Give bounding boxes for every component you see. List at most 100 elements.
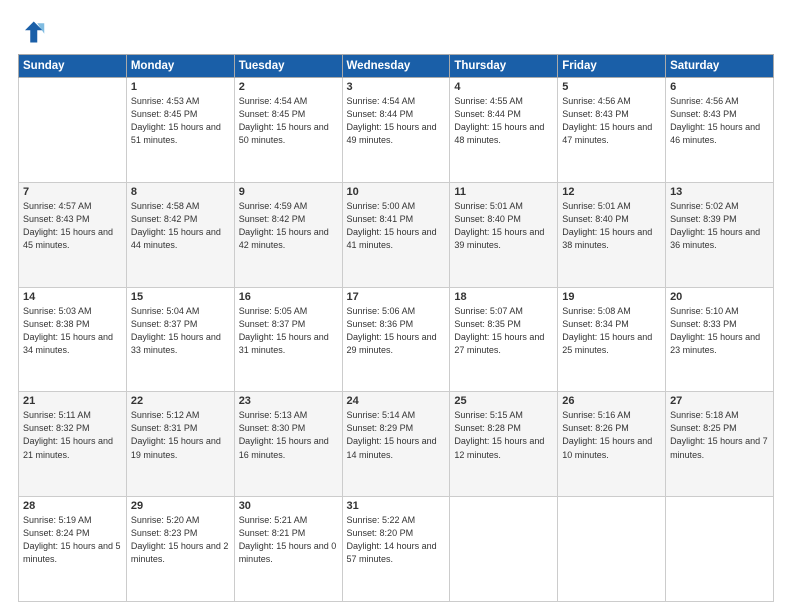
- calendar-cell: 6Sunrise: 4:56 AM Sunset: 8:43 PM Daylig…: [666, 78, 774, 183]
- calendar-cell: 15 Sunrise: 5:04 AM Sunset: 8:37 PM Dayli…: [126, 287, 234, 392]
- day-number: 10: [347, 186, 446, 198]
- day-number: 21: [23, 395, 122, 407]
- day-content: Sunrise: 5:15 AM Sunset: 8:28 PM Dayligh…: [454, 409, 553, 461]
- day-content: Sunrise: 5:11 AM Sunset: 8:32 PM Dayligh…: [23, 409, 122, 461]
- day-number: 29: [131, 500, 230, 512]
- day-content: Sunrise: 5:03 AM Sunset: 8:38 PM Dayligh…: [23, 305, 122, 357]
- day-content: Sunrise: 5:10 AM Sunset: 8:33 PM Dayligh…: [670, 305, 769, 357]
- day-content: Sunrise: 5:01 AM Sunset: 8:40 PM Dayligh…: [454, 200, 553, 252]
- calendar-cell: 19Sunrise: 5:08 AM Sunset: 8:34 PM Dayli…: [558, 287, 666, 392]
- header: [18, 18, 774, 46]
- day-number: 28: [23, 500, 122, 512]
- day-content: Sunrise: 4:54 AM Sunset: 8:44 PM Dayligh…: [347, 95, 446, 147]
- day-number: 8: [131, 186, 230, 198]
- day-content: Sunrise: 4:55 AM Sunset: 8:44 PM Dayligh…: [454, 95, 553, 147]
- day-content: Sunrise: 5:01 AM Sunset: 8:40 PM Dayligh…: [562, 200, 661, 252]
- calendar-cell: 25Sunrise: 5:15 AM Sunset: 8:28 PM Dayli…: [450, 392, 558, 497]
- calendar-cell: 26 Sunrise: 5:16 AM Sunset: 8:26 PM Dayli…: [558, 392, 666, 497]
- weekday-header-cell: Friday: [558, 55, 666, 78]
- day-number: 13: [670, 186, 769, 198]
- day-number: 27: [670, 395, 769, 407]
- calendar-cell: [558, 497, 666, 602]
- day-number: 26: [562, 395, 661, 407]
- day-number: 2: [239, 81, 338, 93]
- calendar: SundayMondayTuesdayWednesdayThursdayFrid…: [18, 54, 774, 602]
- day-content: Sunrise: 5:00 AM Sunset: 8:41 PM Dayligh…: [347, 200, 446, 252]
- day-number: 24: [347, 395, 446, 407]
- day-number: 4: [454, 81, 553, 93]
- weekday-header-cell: Thursday: [450, 55, 558, 78]
- day-number: 12: [562, 186, 661, 198]
- calendar-week-row: 14 Sunrise: 5:03 AM Sunset: 8:38 PM Dayli…: [19, 287, 774, 392]
- day-content: Sunrise: 5:20 AM Sunset: 8:23 PM Dayligh…: [131, 514, 230, 566]
- weekday-header-cell: Tuesday: [234, 55, 342, 78]
- weekday-header-row: SundayMondayTuesdayWednesdayThursdayFrid…: [19, 55, 774, 78]
- day-content: Sunrise: 5:14 AM Sunset: 8:29 PM Dayligh…: [347, 409, 446, 461]
- day-content: Sunrise: 5:04 AM Sunset: 8:37 PM Dayligh…: [131, 305, 230, 357]
- day-number: 11: [454, 186, 553, 198]
- calendar-cell: 29 Sunrise: 5:20 AM Sunset: 8:23 PM Dayli…: [126, 497, 234, 602]
- day-number: 9: [239, 186, 338, 198]
- calendar-cell: 5Sunrise: 4:56 AM Sunset: 8:43 PM Daylig…: [558, 78, 666, 183]
- day-number: 31: [347, 500, 446, 512]
- calendar-cell: 18Sunrise: 5:07 AM Sunset: 8:35 PM Dayli…: [450, 287, 558, 392]
- calendar-cell: 4 Sunrise: 4:55 AM Sunset: 8:44 PM Daylig…: [450, 78, 558, 183]
- day-number: 7: [23, 186, 122, 198]
- calendar-week-row: 21 Sunrise: 5:11 AM Sunset: 8:32 PM Dayli…: [19, 392, 774, 497]
- logo: [18, 18, 48, 46]
- day-content: Sunrise: 4:59 AM Sunset: 8:42 PM Dayligh…: [239, 200, 338, 252]
- calendar-cell: [666, 497, 774, 602]
- calendar-cell: 12 Sunrise: 5:01 AM Sunset: 8:40 PM Dayli…: [558, 182, 666, 287]
- day-number: 22: [131, 395, 230, 407]
- calendar-cell: 16 Sunrise: 5:05 AM Sunset: 8:37 PM Dayli…: [234, 287, 342, 392]
- calendar-cell: 31 Sunrise: 5:22 AM Sunset: 8:20 PM Dayli…: [342, 497, 450, 602]
- calendar-cell: [19, 78, 127, 183]
- calendar-cell: 24 Sunrise: 5:14 AM Sunset: 8:29 PM Dayli…: [342, 392, 450, 497]
- calendar-week-row: 7 Sunrise: 4:57 AM Sunset: 8:43 PM Daylig…: [19, 182, 774, 287]
- calendar-cell: 22 Sunrise: 5:12 AM Sunset: 8:31 PM Dayli…: [126, 392, 234, 497]
- weekday-header-cell: Wednesday: [342, 55, 450, 78]
- day-content: Sunrise: 4:58 AM Sunset: 8:42 PM Dayligh…: [131, 200, 230, 252]
- day-number: 15: [131, 291, 230, 303]
- day-content: Sunrise: 5:12 AM Sunset: 8:31 PM Dayligh…: [131, 409, 230, 461]
- day-content: Sunrise: 4:53 AM Sunset: 8:45 PM Dayligh…: [131, 95, 230, 147]
- day-content: Sunrise: 5:05 AM Sunset: 8:37 PM Dayligh…: [239, 305, 338, 357]
- day-content: Sunrise: 5:02 AM Sunset: 8:39 PM Dayligh…: [670, 200, 769, 252]
- day-content: Sunrise: 5:13 AM Sunset: 8:30 PM Dayligh…: [239, 409, 338, 461]
- weekday-header-cell: Monday: [126, 55, 234, 78]
- calendar-cell: 17Sunrise: 5:06 AM Sunset: 8:36 PM Dayli…: [342, 287, 450, 392]
- day-content: Sunrise: 4:57 AM Sunset: 8:43 PM Dayligh…: [23, 200, 122, 252]
- calendar-cell: 9 Sunrise: 4:59 AM Sunset: 8:42 PM Daylig…: [234, 182, 342, 287]
- day-number: 14: [23, 291, 122, 303]
- weekday-header-cell: Sunday: [19, 55, 127, 78]
- day-number: 3: [347, 81, 446, 93]
- day-content: Sunrise: 5:16 AM Sunset: 8:26 PM Dayligh…: [562, 409, 661, 461]
- day-content: Sunrise: 5:18 AM Sunset: 8:25 PM Dayligh…: [670, 409, 769, 461]
- day-content: Sunrise: 5:07 AM Sunset: 8:35 PM Dayligh…: [454, 305, 553, 357]
- day-number: 23: [239, 395, 338, 407]
- calendar-cell: 2 Sunrise: 4:54 AM Sunset: 8:45 PM Daylig…: [234, 78, 342, 183]
- day-number: 6: [670, 81, 769, 93]
- calendar-cell: 13 Sunrise: 5:02 AM Sunset: 8:39 PM Dayli…: [666, 182, 774, 287]
- day-number: 30: [239, 500, 338, 512]
- calendar-cell: 11 Sunrise: 5:01 AM Sunset: 8:40 PM Dayli…: [450, 182, 558, 287]
- calendar-cell: 21 Sunrise: 5:11 AM Sunset: 8:32 PM Dayli…: [19, 392, 127, 497]
- calendar-cell: 30 Sunrise: 5:21 AM Sunset: 8:21 PM Dayli…: [234, 497, 342, 602]
- calendar-body: 1Sunrise: 4:53 AM Sunset: 8:45 PM Daylig…: [19, 78, 774, 602]
- calendar-week-row: 1Sunrise: 4:53 AM Sunset: 8:45 PM Daylig…: [19, 78, 774, 183]
- day-content: Sunrise: 5:22 AM Sunset: 8:20 PM Dayligh…: [347, 514, 446, 566]
- calendar-cell: [450, 497, 558, 602]
- day-number: 17: [347, 291, 446, 303]
- calendar-cell: 1Sunrise: 4:53 AM Sunset: 8:45 PM Daylig…: [126, 78, 234, 183]
- day-number: 16: [239, 291, 338, 303]
- calendar-week-row: 28 Sunrise: 5:19 AM Sunset: 8:24 PM Dayli…: [19, 497, 774, 602]
- calendar-cell: 10 Sunrise: 5:00 AM Sunset: 8:41 PM Dayli…: [342, 182, 450, 287]
- calendar-cell: 20Sunrise: 5:10 AM Sunset: 8:33 PM Dayli…: [666, 287, 774, 392]
- day-content: Sunrise: 5:08 AM Sunset: 8:34 PM Dayligh…: [562, 305, 661, 357]
- day-content: Sunrise: 5:19 AM Sunset: 8:24 PM Dayligh…: [23, 514, 122, 566]
- day-content: Sunrise: 5:21 AM Sunset: 8:21 PM Dayligh…: [239, 514, 338, 566]
- page: SundayMondayTuesdayWednesdayThursdayFrid…: [0, 0, 792, 612]
- calendar-cell: 28 Sunrise: 5:19 AM Sunset: 8:24 PM Dayli…: [19, 497, 127, 602]
- day-content: Sunrise: 4:54 AM Sunset: 8:45 PM Dayligh…: [239, 95, 338, 147]
- calendar-cell: 14 Sunrise: 5:03 AM Sunset: 8:38 PM Dayli…: [19, 287, 127, 392]
